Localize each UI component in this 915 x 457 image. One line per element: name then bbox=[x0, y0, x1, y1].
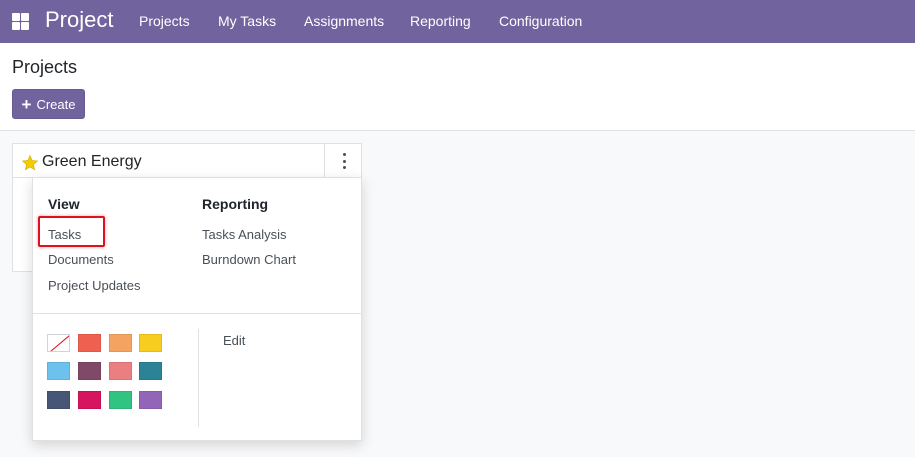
nav-configuration[interactable]: Configuration bbox=[499, 12, 582, 30]
color-swatch[interactable] bbox=[47, 391, 70, 409]
nav-assignments[interactable]: Assignments bbox=[304, 12, 384, 30]
kebab-menu-icon[interactable] bbox=[338, 153, 350, 169]
view-section-header: View bbox=[48, 196, 80, 212]
card-dropdown-menu: View Tasks Documents Project Updates Rep… bbox=[32, 177, 362, 441]
menu-item-tasks[interactable]: Tasks bbox=[48, 227, 81, 243]
star-icon[interactable] bbox=[21, 154, 39, 172]
menu-item-edit[interactable]: Edit bbox=[223, 333, 245, 349]
nav-projects[interactable]: Projects bbox=[139, 12, 190, 30]
color-swatch[interactable] bbox=[139, 391, 162, 409]
color-swatch[interactable] bbox=[109, 391, 132, 409]
top-navbar: Project Projects My Tasks Assignments Re… bbox=[0, 0, 915, 43]
reporting-section-header: Reporting bbox=[202, 196, 269, 212]
menu-item-tasks-analysis[interactable]: Tasks Analysis bbox=[202, 227, 287, 243]
nav-my-tasks[interactable]: My Tasks bbox=[218, 12, 276, 30]
apps-menu-icon[interactable] bbox=[12, 13, 29, 30]
color-swatch[interactable] bbox=[47, 362, 70, 380]
color-swatch[interactable] bbox=[78, 334, 101, 352]
color-swatch[interactable] bbox=[139, 334, 162, 352]
menu-item-documents[interactable]: Documents bbox=[48, 252, 114, 268]
create-button[interactable]: + Create bbox=[12, 89, 85, 119]
control-panel: Projects + Create bbox=[0, 43, 915, 131]
nav-reporting[interactable]: Reporting bbox=[410, 12, 471, 30]
page-title: Projects bbox=[12, 57, 78, 77]
dropdown-divider bbox=[33, 313, 361, 314]
card-header: Green Energy bbox=[13, 144, 325, 178]
color-swatch[interactable] bbox=[109, 362, 132, 380]
plus-icon: + bbox=[21, 94, 32, 114]
color-swatch[interactable] bbox=[78, 362, 101, 380]
color-swatch-none[interactable] bbox=[47, 334, 70, 352]
card-title[interactable]: Green Energy bbox=[42, 152, 142, 172]
dropdown-vertical-divider bbox=[198, 329, 199, 427]
color-swatch[interactable] bbox=[78, 391, 101, 409]
app-brand[interactable]: Project bbox=[45, 6, 113, 34]
create-button-label: Create bbox=[36, 96, 76, 112]
color-swatch[interactable] bbox=[109, 334, 132, 352]
color-swatch[interactable] bbox=[139, 362, 162, 380]
menu-item-project-updates[interactable]: Project Updates bbox=[48, 278, 141, 294]
menu-item-burndown-chart[interactable]: Burndown Chart bbox=[202, 252, 296, 268]
